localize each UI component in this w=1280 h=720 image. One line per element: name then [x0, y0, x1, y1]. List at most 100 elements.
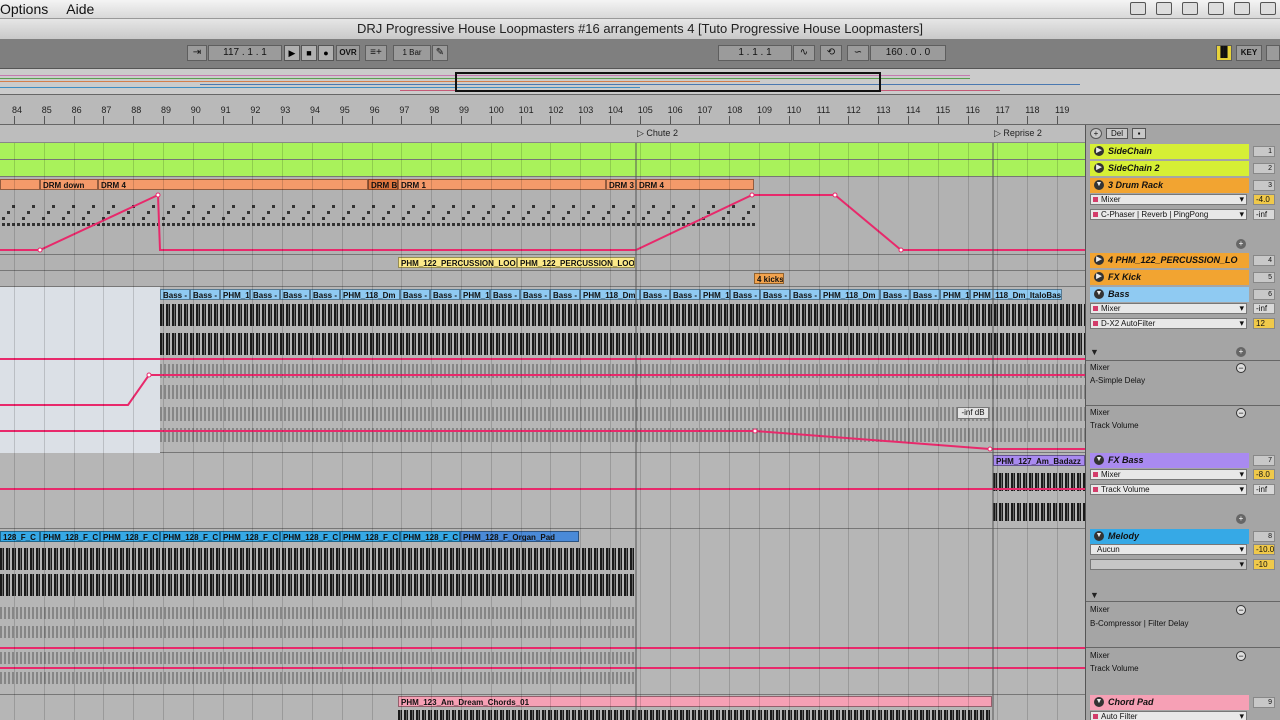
midi-map-icon[interactable]: ▐▌	[1216, 45, 1232, 61]
ruler-tick-label: 96	[369, 105, 380, 115]
fold-arrow-icon[interactable]: ▼	[1094, 289, 1104, 299]
device-chooser[interactable]: Mixer	[1090, 469, 1247, 480]
wifi-icon[interactable]	[1234, 2, 1250, 15]
ruler-tick-label: 118	[1025, 105, 1040, 115]
pencil-icon[interactable]: ✎	[432, 45, 448, 61]
camera-icon[interactable]	[1130, 2, 1146, 15]
ruler-tick-label: 95	[339, 105, 350, 115]
fold-arrow-icon[interactable]: ▼	[1094, 455, 1104, 465]
remove-lane-icon[interactable]: −	[1236, 408, 1246, 418]
track-name: FX Bass	[1108, 455, 1144, 465]
track-fxkick-header[interactable]: ▶ FX Kick	[1090, 270, 1249, 285]
ruler-tick-label: 111	[816, 105, 831, 115]
device-chooser[interactable]: Mixer	[1090, 303, 1247, 314]
display-icon[interactable]	[1156, 2, 1172, 15]
ruler-tick	[580, 116, 582, 124]
grid-line	[312, 143, 313, 720]
ruler-tick	[282, 116, 284, 124]
overview-viewport[interactable]	[455, 72, 881, 92]
remove-lane-icon[interactable]: −	[1236, 363, 1246, 373]
play-button[interactable]: ▶	[284, 45, 300, 61]
ruler-tick	[14, 116, 15, 124]
add-lane-icon[interactable]: +	[1236, 347, 1246, 357]
track-number: 5	[1253, 272, 1275, 283]
play-arrow-icon[interactable]: ▶	[1094, 146, 1104, 156]
record-button[interactable]: ●	[318, 45, 334, 61]
loop-toggle-icon[interactable]: ⟲	[820, 45, 842, 61]
volume-value[interactable]: -4.0	[1253, 194, 1275, 205]
lane-param-label: A-Simple Delay	[1090, 376, 1146, 385]
sync-icon[interactable]	[1208, 2, 1224, 15]
bar-ruler[interactable]: 84 85 86 87 88 89 90 91 92 93 94 95 96 97 98 99 100 101 10…	[0, 95, 1085, 125]
key-map-button[interactable]: KEY	[1236, 45, 1262, 61]
arrangement-overview[interactable]	[0, 69, 1280, 95]
lock-icon[interactable]: ▪	[1132, 128, 1146, 139]
ruler-tick	[371, 116, 373, 124]
clock-icon[interactable]	[1182, 2, 1198, 15]
quantize-select[interactable]: 1 Bar	[393, 45, 431, 61]
track-fxbass-header[interactable]: ▼ FX Bass	[1090, 453, 1249, 468]
locator-chute-2[interactable]: Chute 2	[637, 128, 678, 139]
parameter-chooser[interactable]: C-Phaser | Reverb | PingPong	[1090, 209, 1247, 220]
send-value[interactable]: -10	[1253, 559, 1275, 570]
track-perc-header[interactable]: ▶ 4 PHM_122_PERCUSSION_LO	[1090, 253, 1249, 268]
parameter-chooser[interactable]	[1090, 559, 1247, 570]
grid-line	[639, 143, 641, 720]
add-lane-icon[interactable]: +	[1236, 514, 1246, 524]
device-chooser[interactable]: Auto Filter	[1090, 711, 1247, 720]
track-melody-header[interactable]: ▼ Melody	[1090, 529, 1249, 544]
play-arrow-icon[interactable]: ▶	[1094, 272, 1104, 282]
fold-icon[interactable]: ▼	[1090, 590, 1100, 600]
lane-divider	[1086, 601, 1280, 602]
track-name: Bass	[1108, 289, 1130, 299]
menu-options[interactable]: Options	[0, 1, 57, 17]
ruler-tick-label: 112	[846, 105, 861, 115]
add-lane-icon[interactable]: +	[1236, 239, 1246, 249]
menu-aide[interactable]: Aide	[57, 1, 103, 17]
follow-icon[interactable]: ⇥	[187, 45, 207, 61]
play-arrow-icon[interactable]: ▶	[1094, 163, 1104, 173]
track-sidechain2-header[interactable]: ▶ SideChain 2	[1090, 161, 1249, 176]
track-bass-header[interactable]: ▼ Bass	[1090, 287, 1249, 302]
parameter-chooser[interactable]: Track Volume	[1090, 484, 1247, 495]
fold-arrow-icon[interactable]: ▼	[1094, 531, 1104, 541]
fold-icon[interactable]: ▼	[1090, 347, 1100, 357]
punch-in-icon[interactable]: ∿	[793, 45, 815, 61]
ruler-tick	[401, 116, 403, 124]
play-arrow-icon[interactable]: ▶	[1094, 255, 1104, 265]
send-value[interactable]: 12	[1253, 318, 1275, 329]
send-value[interactable]: -inf	[1253, 209, 1275, 220]
volume-value[interactable]: -inf	[1253, 303, 1275, 314]
punch-out-icon[interactable]: ∽	[847, 45, 869, 61]
ruler-tick-label: 102	[548, 105, 564, 115]
remove-lane-icon[interactable]: −	[1236, 651, 1246, 661]
loop-length-display[interactable]: 160 . 0 . 0	[870, 45, 946, 61]
locator-reprise-2[interactable]: Reprise 2	[994, 128, 1042, 139]
loop-start-display[interactable]: 1 . 1 . 1	[718, 45, 792, 61]
delete-locator-button[interactable]: Del	[1106, 128, 1128, 139]
track-sidechain-header[interactable]: ▶ SideChain	[1090, 144, 1249, 159]
lane-device-label: Mixer	[1090, 651, 1110, 660]
volume-icon[interactable]	[1260, 2, 1276, 15]
grid-line	[937, 143, 939, 720]
device-chooser[interactable]: Aucun	[1090, 544, 1247, 555]
volume-value[interactable]: -10.0	[1253, 544, 1275, 555]
track-chordpad-header[interactable]: ▼ Chord Pad	[1090, 695, 1249, 710]
add-locator-button[interactable]: +	[1090, 128, 1102, 139]
position-display[interactable]: 117 . 1 . 1	[208, 45, 282, 61]
device-chooser[interactable]: Mixer	[1090, 194, 1247, 205]
track-drumrack-header[interactable]: ▼ 3 Drum Rack	[1090, 178, 1249, 193]
send-value[interactable]: -inf	[1253, 484, 1275, 495]
parameter-chooser[interactable]: D-X2 AutoFilter	[1090, 318, 1247, 329]
fold-arrow-icon[interactable]: ▼	[1094, 180, 1104, 190]
remove-lane-icon[interactable]: −	[1236, 605, 1246, 615]
volume-value[interactable]: -8.0	[1253, 469, 1275, 480]
ruler-tick-label: 85	[41, 105, 52, 115]
arrangement-view[interactable]: DRM down DRM 4 DRM B DRM 1 DRM 3 DRM 4 P…	[0, 143, 1085, 720]
locator-strip[interactable]: Chute 2 Reprise 2	[0, 125, 1085, 143]
ruler-tick-label: 110	[786, 105, 802, 115]
fold-arrow-icon[interactable]: ▼	[1094, 697, 1104, 707]
stop-button[interactable]: ■	[301, 45, 317, 61]
overdub-button[interactable]: OVR	[336, 45, 360, 61]
automation-arm-icon[interactable]: ≡+	[365, 45, 387, 61]
